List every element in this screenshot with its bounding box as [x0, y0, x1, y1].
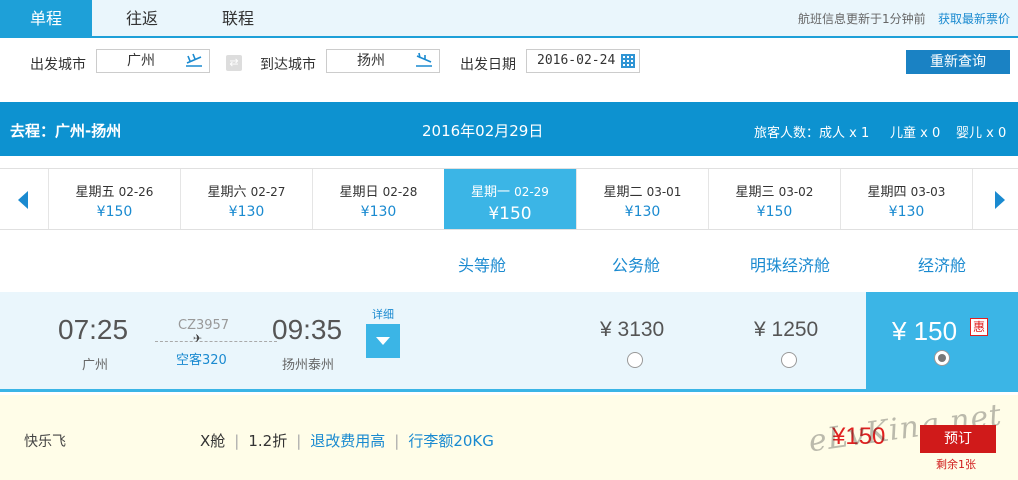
date-day: 03-02 — [778, 185, 814, 199]
child-count: 儿童 x 0 — [890, 126, 941, 141]
route-line — [155, 341, 277, 342]
date-day: 02-28 — [382, 185, 418, 199]
date-price: ¥130 — [360, 204, 397, 220]
date-weekday: 星期六 — [207, 185, 247, 200]
requery-button[interactable]: 重新查询 — [906, 50, 1010, 74]
date-day: 03-01 — [646, 185, 682, 199]
date-option[interactable]: 星期三 03-02 ¥150 — [708, 169, 840, 229]
date-option-selected[interactable]: 星期一 02-29 ¥150 — [444, 169, 576, 229]
date-price: ¥150 — [96, 204, 133, 220]
to-city-label: 到达城市 — [260, 57, 316, 73]
search-row: 出发城市 广州 ⇄ 到达城市 扬州 出发日期 2016-02-24 — [0, 40, 1018, 84]
aircraft-model[interactable]: 空客320 — [176, 349, 227, 368]
date-weekday: 星期五 — [75, 185, 115, 200]
route-date: 2016年02月29日 — [422, 122, 544, 140]
baggage-link[interactable]: 行李额20KG — [408, 432, 494, 450]
date-day: 03-03 — [910, 185, 946, 199]
date-weekday: 星期一 — [471, 185, 511, 200]
from-city-input[interactable]: 广州 — [96, 49, 210, 73]
fare-name: 快乐飞 — [24, 434, 66, 450]
date-input[interactable]: 2016-02-24 — [526, 49, 640, 73]
detail-link[interactable]: 详细 — [372, 306, 394, 322]
date-option[interactable]: 星期五 02-26 ¥150 — [48, 169, 180, 229]
chevron-down-icon — [376, 337, 390, 345]
tab-one-way[interactable]: 单程 — [0, 0, 92, 38]
date-weekday: 星期二 — [603, 185, 643, 200]
fare-class: X舱 — [200, 432, 226, 450]
date-day: 02-29 — [514, 185, 549, 199]
date-day: 02-26 — [118, 185, 154, 199]
date-label: 出发日期 — [460, 57, 516, 73]
landing-icon — [415, 52, 433, 75]
top-tab-bar: 单程 往返 联程 航班信息更新于1分钟前 获取最新票价 — [0, 0, 1018, 38]
cabin-business: 公务舱 — [612, 256, 661, 275]
radio-dot — [938, 354, 946, 362]
takeoff-icon — [185, 52, 203, 75]
premium-radio[interactable] — [781, 352, 797, 368]
date-weekday: 星期日 — [339, 185, 379, 200]
cabin-economy: 经济舱 — [918, 256, 967, 275]
cabin-premium-economy: 明珠经济舱 — [750, 256, 831, 275]
economy-price: ¥ 150 — [892, 316, 958, 346]
date-price: ¥130 — [228, 204, 265, 220]
from-city-value: 广州 — [127, 53, 155, 69]
economy-radio[interactable] — [934, 350, 950, 366]
premium-price: ¥ 1250 — [754, 318, 819, 341]
date-price: ¥150 — [756, 204, 793, 220]
left-arrow-icon — [18, 191, 28, 209]
date-option[interactable]: 星期四 03-03 ¥130 — [840, 169, 972, 229]
business-price: ¥ 3130 — [600, 318, 665, 341]
calendar-icon — [621, 54, 635, 68]
cabin-first: 头等舱 — [458, 256, 507, 275]
change-fee-link[interactable]: 退改费用高 — [310, 432, 385, 450]
flight-number: CZ3957 — [178, 318, 230, 333]
book-button[interactable]: 预订 — [920, 425, 996, 453]
swap-cities-icon[interactable]: ⇄ — [226, 55, 242, 71]
date-day: 02-27 — [250, 185, 286, 199]
update-note: 航班信息更新于1分钟前 — [798, 12, 926, 26]
seats-remaining: 剩余1张 — [936, 458, 976, 471]
fare-discount: 1.2折 — [248, 432, 288, 450]
airplane-icon: ✈ — [193, 332, 203, 345]
date-weekday: 星期四 — [867, 185, 907, 200]
to-city-value: 扬州 — [357, 53, 385, 69]
route-bar: 去程：广州-扬州 2016年02月29日 旅客人数：成人 x 1 儿童 x 0 … — [0, 102, 1018, 156]
next-dates-button[interactable] — [972, 169, 1018, 229]
economy-fare-cell[interactable]: ¥ 150 惠 — [866, 292, 1018, 392]
right-arrow-icon — [995, 191, 1005, 209]
fare-meta: X舱 | 1.2折 | 退改费用高 | 行李额20KG — [200, 432, 494, 450]
arrival-time: 09:35 — [272, 314, 343, 345]
date-option[interactable]: 星期六 02-27 ¥130 — [180, 169, 312, 229]
route-title: 去程：广州-扬州 — [10, 122, 122, 140]
business-radio[interactable] — [627, 352, 643, 368]
expand-detail-button[interactable] — [366, 324, 400, 358]
tab-round-trip[interactable]: 往返 — [112, 0, 172, 38]
fare-row: 快乐飞 X舱 | 1.2折 | 退改费用高 | 行李额20KG ¥150 eLvKing.n… — [0, 395, 1018, 480]
arrival-city: 扬州泰州 — [282, 358, 335, 373]
tab-multi-city[interactable]: 联程 — [208, 0, 268, 38]
date-option[interactable]: 星期二 03-01 ¥130 — [576, 169, 708, 229]
adult-count: 旅客人数：成人 x 1 — [754, 126, 870, 141]
to-city-input[interactable]: 扬州 — [326, 49, 440, 73]
prev-dates-button[interactable] — [0, 169, 46, 229]
refresh-price-link[interactable]: 获取最新票价 — [938, 10, 1010, 27]
date-price: ¥130 — [624, 204, 661, 220]
date-weekday: 星期三 — [735, 185, 775, 200]
date-option[interactable]: 星期日 02-28 ¥130 — [312, 169, 444, 229]
departure-city: 广州 — [82, 358, 109, 373]
departure-time: 07:25 — [58, 314, 129, 345]
date-value: 2016-02-24 — [537, 53, 616, 68]
infant-count: 婴儿 x 0 — [956, 126, 1007, 141]
date-price: ¥130 — [888, 204, 925, 220]
promo-badge: 惠 — [970, 318, 988, 336]
date-strip: 星期五 02-26 ¥150 星期六 02-27 ¥130 星期日 02-28 ¥13… — [0, 168, 1018, 230]
date-price: ¥150 — [488, 204, 532, 224]
from-city-label: 出发城市 — [30, 57, 86, 73]
